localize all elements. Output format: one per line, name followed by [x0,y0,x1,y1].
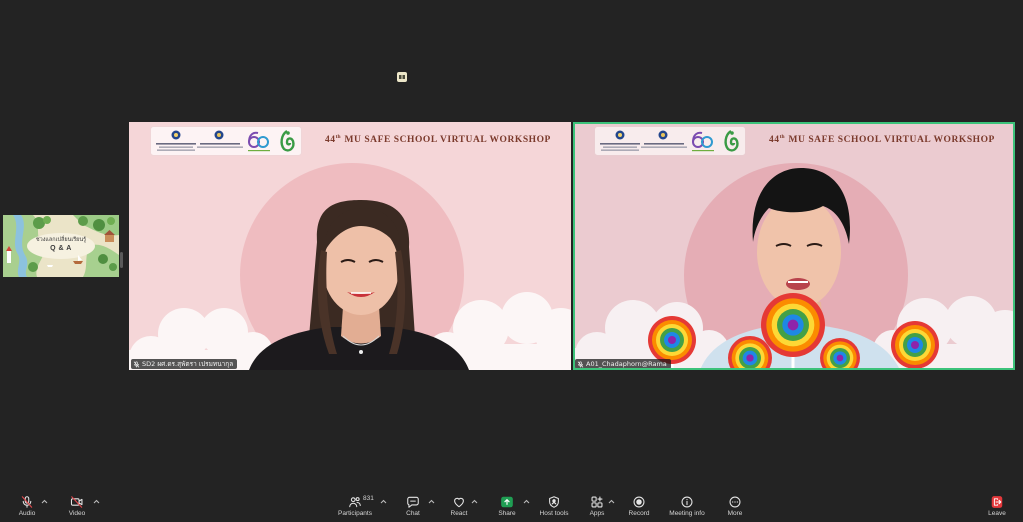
workshop-title: MU SAFE SCHOOL VIRTUAL WORKSHOP [344,135,551,145]
shared-content-heading-thai: ช่วงแลกเปลี่ยนเรียนรู้ [35,237,87,243]
more-icon [729,496,741,508]
lollipop-effect [648,316,696,364]
workshop-title: MU SAFE SCHOOL VIRTUAL WORKSHOP [788,135,995,145]
shared-screen-thumbnail[interactable]: ช่วงแลกเปลี่ยนเรียนรู้ Q & A [3,215,119,277]
shared-content-heading: Q & A [50,245,72,252]
chat-icon [407,496,419,508]
thumbnail-strip-resize-handle[interactable] [120,252,123,268]
lollipop-effect [891,321,939,369]
leave-icon [991,496,1003,508]
more-label: More [727,510,743,517]
video-tile-active-speaker[interactable]: 44th MU SAFE SCHOOL VIRTUAL WORKSHOP A01_… [573,122,1015,370]
apps-icon [591,496,603,508]
banner-logo-strip [150,126,302,156]
participants-icon [349,497,361,508]
mic-muted-icon [133,361,140,368]
edition-suffix: th [335,134,341,140]
participant-name-tag: A01_Chadaphorn@Rama [575,359,671,369]
shield-icon [549,496,559,508]
leave-button[interactable]: Leave [969,495,1023,518]
participants-button[interactable]: 831 Participants [327,495,383,518]
participant-video [573,122,1015,370]
react-options-chevron-up-icon[interactable] [471,499,478,504]
mic-muted-icon [21,496,33,508]
workshop-banner-title: 44th MU SAFE SCHOOL VIRTUAL WORKSHOP [325,134,551,147]
banner-logo-strip [594,126,746,156]
participant-name-tag: SD2 ผศ.ดร.สุพัตรา เปรมทนากุล [131,359,238,369]
participant-video [129,122,571,370]
more-button[interactable]: More [707,495,763,518]
audio-options-chevron-up-icon[interactable] [41,499,48,504]
record-icon [633,496,645,508]
share-screen-icon [501,496,513,508]
edition-number: 44 [769,135,780,145]
video-tile[interactable]: 44th MU SAFE SCHOOL VIRTUAL WORKSHOP SD2 … [129,122,571,370]
video-off-icon [70,496,83,508]
video-label: Video [68,510,86,517]
participant-count: 831 [363,495,374,502]
edition-number: 44 [325,135,336,145]
participants-label: Participants [338,510,372,517]
participant-name: SD2 ผศ.ดร.สุพัตรา เปรมทนากุล [142,360,234,368]
meeting-controls-toolbar: Audio Video 831 Participants Chat React … [0,488,1023,522]
info-icon [681,496,693,508]
lollipop-effect [761,293,825,357]
view-icon[interactable] [397,72,407,82]
leave-label: Leave [988,510,1006,517]
edition-suffix: th [779,134,785,140]
video-options-chevron-up-icon[interactable] [93,499,100,504]
heart-icon [454,497,464,508]
audio-label: Audio [18,510,36,517]
workshop-banner-title: 44th MU SAFE SCHOOL VIRTUAL WORKSHOP [769,134,995,147]
mic-muted-icon [577,361,584,368]
participant-name: A01_Chadaphorn@Rama [586,360,667,368]
